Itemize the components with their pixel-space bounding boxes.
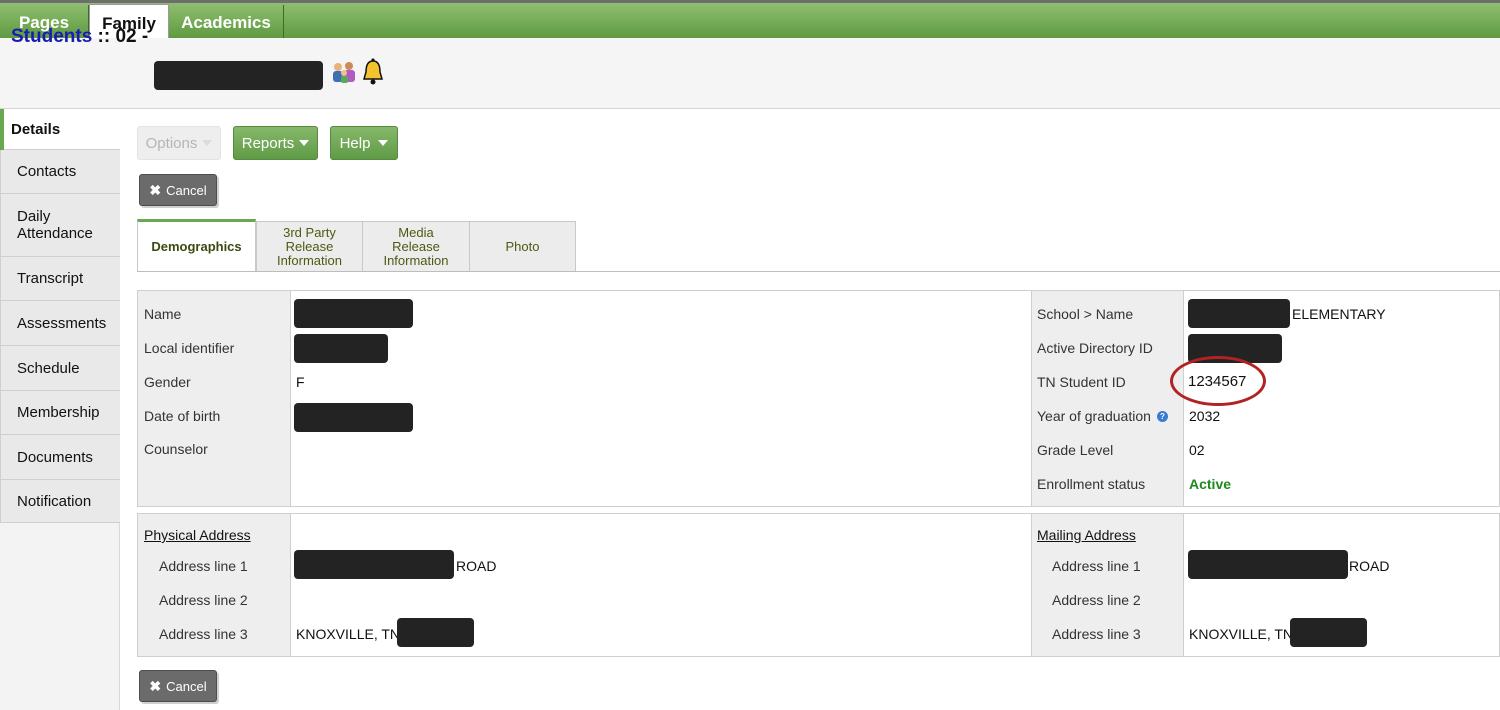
- school-name-suffix: ELEMENTARY: [1292, 306, 1386, 322]
- mailing-address-line1-label: Address line 1: [1052, 558, 1141, 574]
- sidebar-item-transcript[interactable]: Transcript: [0, 257, 120, 301]
- title-grade: :: 02 -: [92, 26, 149, 47]
- daily-attendance-label: Daily Attendance: [17, 208, 93, 242]
- cancel-button-top[interactable]: ✖ Cancel: [139, 174, 217, 206]
- redacted-student-name: [154, 61, 323, 90]
- mailing-line3-prefix: KNOXVILLE, TN: [1189, 626, 1294, 642]
- date-of-birth-label: Date of birth: [144, 408, 221, 424]
- page-title: Students :: 02 -: [11, 26, 148, 48]
- side-navigation: Details Contacts Daily Attendance Transc…: [0, 109, 120, 710]
- subtab-media-label: Media Release Information: [383, 224, 449, 268]
- redacted-date-of-birth: [294, 403, 413, 432]
- redacted-mailing-line1: [1188, 550, 1348, 579]
- year-of-graduation-label: Year of graduation?: [1037, 408, 1168, 424]
- redacted-physical-line1: [294, 550, 454, 579]
- physical-address-title: Physical Address: [144, 527, 251, 543]
- subtab-photo[interactable]: Photo: [469, 221, 576, 272]
- chevron-down-icon: [202, 140, 213, 146]
- subtab-media-release[interactable]: Media Release Information: [362, 221, 470, 272]
- sidebar-item-details[interactable]: Details: [0, 109, 120, 150]
- close-icon: ✖: [149, 677, 162, 694]
- help-icon[interactable]: ?: [1156, 411, 1168, 422]
- students-link[interactable]: Students: [11, 26, 92, 47]
- tn-student-id-label: TN Student ID: [1037, 374, 1126, 390]
- tab-academics[interactable]: Academics: [169, 5, 284, 41]
- sidebar-item-contacts[interactable]: Contacts: [0, 150, 120, 194]
- name-label: Name: [144, 306, 182, 322]
- physical-address-line2-label: Address line 2: [159, 592, 248, 608]
- mailing-address-line3-label: Address line 3: [1052, 626, 1141, 642]
- mailing-address-line2-label: Address line 2: [1052, 592, 1141, 608]
- physical-line1-suffix: ROAD: [456, 558, 497, 574]
- chevron-down-icon: [299, 140, 310, 146]
- mailing-address-title: Mailing Address: [1037, 527, 1136, 543]
- sidebar-item-membership[interactable]: Membership: [0, 391, 120, 435]
- physical-address-line1-label: Address line 1: [159, 558, 248, 574]
- mailing-line1-suffix: ROAD: [1349, 558, 1390, 574]
- close-icon: ✖: [149, 181, 162, 198]
- grade-level-label: Grade Level: [1037, 442, 1114, 458]
- sidebar-filler: [0, 523, 120, 710]
- cancel-label: Cancel: [166, 182, 207, 198]
- school-name-label: School > Name: [1037, 306, 1134, 322]
- subtab-3rd-party-release[interactable]: 3rd Party Release Information: [256, 221, 363, 272]
- redacted-physical-zip: [397, 618, 474, 647]
- year-of-graduation-value: 2032: [1189, 408, 1221, 424]
- family-icon[interactable]: [330, 60, 358, 84]
- options-button[interactable]: Options: [137, 126, 221, 160]
- year-of-graduation-text: Year of graduation: [1037, 408, 1151, 424]
- sidebar-item-daily-attendance[interactable]: Daily Attendance: [0, 194, 120, 257]
- cancel-button-bottom[interactable]: ✖ Cancel: [139, 670, 217, 702]
- chevron-down-icon: [378, 140, 389, 146]
- reports-label: Reports: [241, 134, 295, 152]
- left-label-column: [138, 291, 291, 506]
- sidebar-item-notification[interactable]: Notification: [0, 480, 120, 523]
- grade-level-value: 02: [1189, 442, 1205, 458]
- active-indicator: [0, 109, 4, 150]
- gender-label: Gender: [144, 374, 191, 390]
- sidebar-item-schedule[interactable]: Schedule: [0, 346, 120, 391]
- enrollment-status-value: Active: [1189, 476, 1232, 492]
- help-label: Help: [339, 134, 371, 152]
- subtab-demographics[interactable]: Demographics: [137, 219, 256, 272]
- active-directory-label: Active Directory ID: [1037, 340, 1153, 356]
- subtab-3rd-party-label: 3rd Party Release Information: [276, 224, 343, 268]
- top-navigation: Pages Family Academics: [0, 0, 1500, 42]
- gender-value: F: [296, 374, 305, 390]
- local-identifier-label: Local identifier: [144, 340, 235, 356]
- enrollment-status-label: Enrollment status: [1037, 476, 1146, 492]
- right-label-column: [1031, 291, 1184, 506]
- help-button[interactable]: Help: [330, 126, 398, 160]
- redacted-mailing-zip: [1290, 618, 1367, 647]
- highlight-circle: [1170, 356, 1266, 406]
- counselor-label: Counselor: [144, 441, 208, 457]
- physical-address-line3-label: Address line 3: [159, 626, 248, 642]
- cancel-label: Cancel: [166, 678, 207, 694]
- bell-icon[interactable]: [362, 58, 384, 86]
- sidebar-item-assessments[interactable]: Assessments: [0, 301, 120, 346]
- reports-button[interactable]: Reports: [233, 126, 318, 160]
- redacted-local-identifier: [294, 334, 388, 363]
- subtabs-divider: [137, 271, 1500, 272]
- physical-line3-prefix: KNOXVILLE, TN: [296, 626, 401, 642]
- redacted-school-name: [1188, 299, 1290, 328]
- sidebar-item-documents[interactable]: Documents: [0, 435, 120, 480]
- redacted-name: [294, 299, 413, 328]
- options-label: Options: [145, 134, 198, 152]
